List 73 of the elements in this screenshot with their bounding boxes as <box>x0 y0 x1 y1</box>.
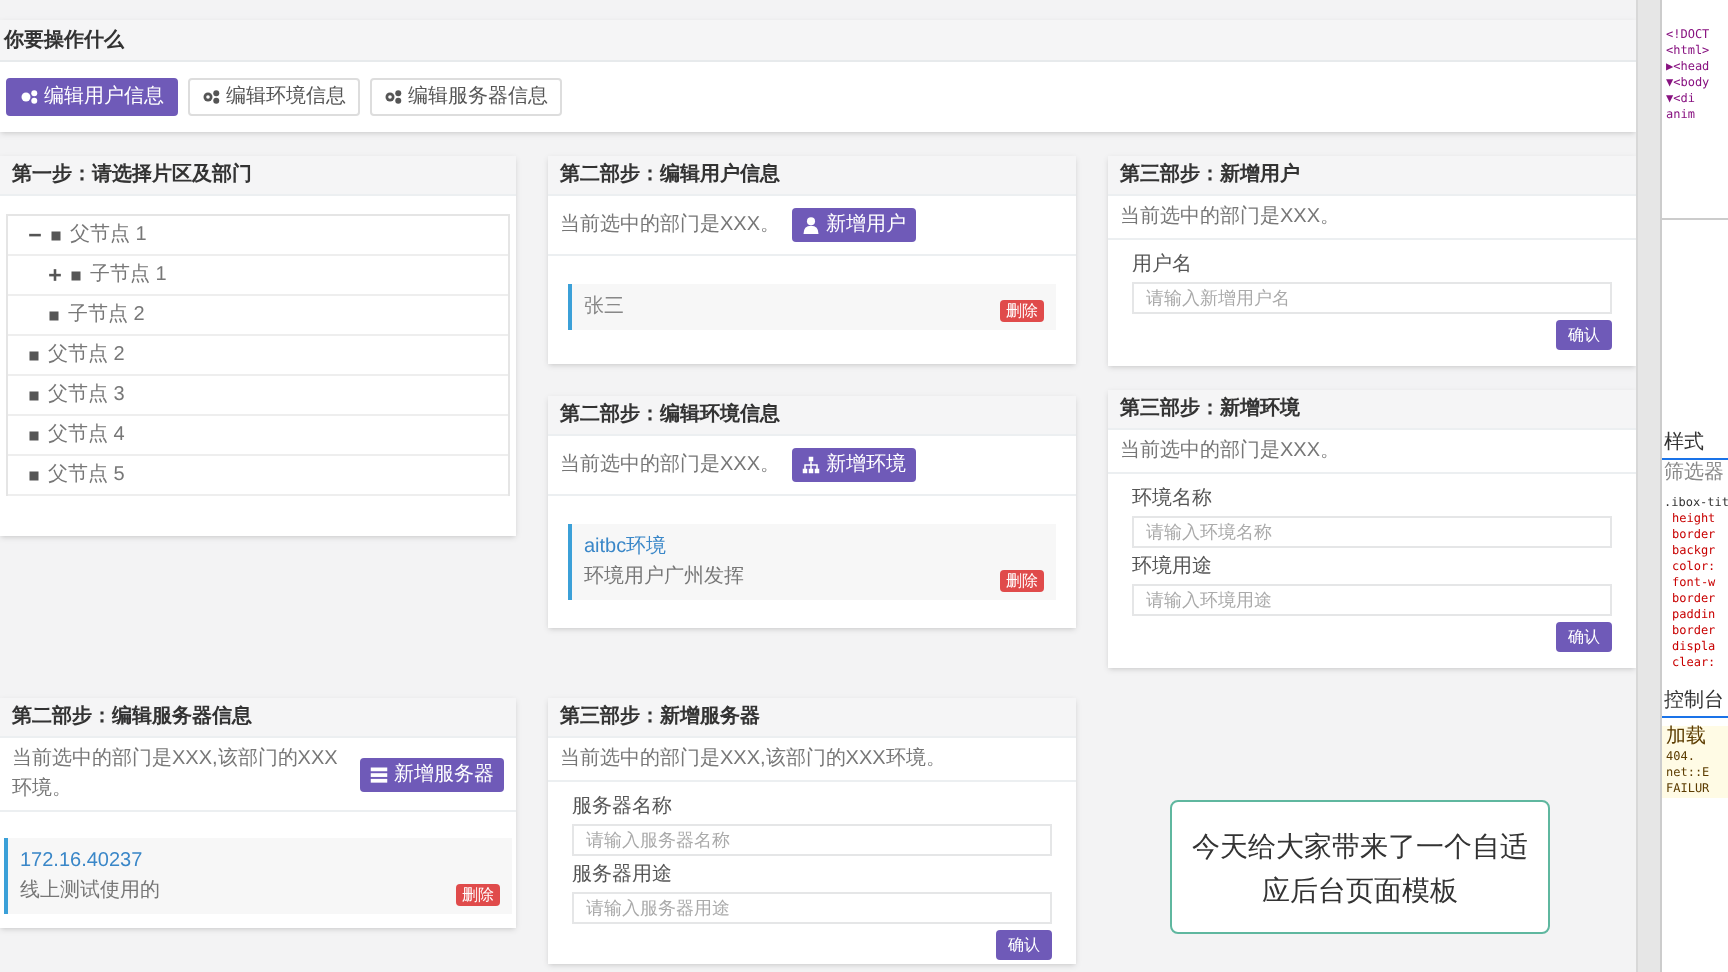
card-title: 第二部步：编辑用户信息 <box>560 160 780 190</box>
input-field[interactable]: 请输入服务器名称 <box>572 824 1052 856</box>
add-button[interactable]: 新增用户 <box>792 208 917 242</box>
node-label: 父节点 2 <box>48 341 125 370</box>
card-title: 第一步：请选择片区及部门 <box>12 160 252 190</box>
item-name: 张三 <box>584 293 624 322</box>
console-tab[interactable]: 控制台 <box>1662 688 1728 718</box>
info-text: 当前选中的部门是XXX。 <box>560 451 781 480</box>
user-icon <box>802 216 821 234</box>
card-title: 第二部步：编辑服务器信息 <box>12 703 252 732</box>
tree-node[interactable]: 子节点 2 <box>8 296 508 336</box>
item-note: 线上测试使用的 <box>20 877 160 906</box>
add-button[interactable]: 新增服务器 <box>360 757 504 791</box>
square-icon <box>50 229 62 241</box>
square-icon <box>28 429 40 441</box>
field-label: 环境用途 <box>1132 554 1214 580</box>
tree-node[interactable]: 父节点 4 <box>8 416 508 456</box>
tree-node[interactable]: 子节点 1 <box>8 256 508 296</box>
info-text: 当前选中的部门是XXX,该部门的XXX环境。 <box>560 745 946 774</box>
node-label: 子节点 1 <box>90 261 167 290</box>
square-icon <box>28 389 40 401</box>
node-label: 父节点 5 <box>48 461 125 490</box>
field-label: 服务器名称 <box>572 794 674 820</box>
square-icon <box>48 309 60 321</box>
input-field[interactable]: 请输入服务器用途 <box>572 892 1052 924</box>
confirm-button[interactable]: 确认 <box>1556 622 1612 652</box>
node-label: 父节点 4 <box>48 421 125 450</box>
field-label: 用户名 <box>1132 252 1194 278</box>
info-text: 当前选中的部门是XXX,该部门的XXX环境。 <box>12 745 340 804</box>
info-text: 当前选中的部门是XXX。 <box>1120 437 1341 466</box>
card-title: 第三部步：新增服务器 <box>560 702 760 732</box>
field-label: 服务器用途 <box>572 862 674 888</box>
tab-button[interactable]: 编辑服务器信息 <box>370 78 562 116</box>
confirm-button[interactable]: 确认 <box>1556 320 1612 350</box>
console-line: 加载 <box>1666 726 1708 750</box>
add-button[interactable]: 新增环境 <box>792 448 917 482</box>
caption-text: 今天给大家带来了一个自适应后台页面模板 <box>1170 800 1550 934</box>
square-icon <box>28 349 40 361</box>
delete-button[interactable]: 删除 <box>1000 300 1044 322</box>
tree-node[interactable]: 父节点 5 <box>8 456 508 496</box>
sitemap-icon <box>802 456 821 474</box>
delete-button[interactable]: 删除 <box>456 884 500 906</box>
confirm-button[interactable]: 确认 <box>996 930 1052 960</box>
card-title: 第三部步：新增环境 <box>1120 394 1300 424</box>
card-title: 第三部步：新增用户 <box>1120 160 1300 190</box>
list-item[interactable]: aitbc环境 环境用户广州发挥 删除 <box>568 524 1056 600</box>
card-title: 第二部步：编辑环境信息 <box>560 400 780 430</box>
item-note: 环境用户广州发挥 <box>584 563 744 592</box>
square-icon <box>70 269 82 281</box>
item-name: 172.16.40237 <box>20 848 145 876</box>
input-field[interactable]: 请输入新增用户名 <box>1132 282 1612 314</box>
filter-field[interactable]: 筛选器 <box>1662 460 1728 488</box>
node-label: 父节点 3 <box>48 381 125 410</box>
info-text: 当前选中的部门是XXX。 <box>1120 203 1341 232</box>
tree-node[interactable]: 父节点 1 <box>8 216 508 256</box>
input-field[interactable]: 请输入环境名称 <box>1132 516 1612 548</box>
tree-node[interactable]: 父节点 2 <box>8 336 508 376</box>
node-label: 父节点 1 <box>70 221 147 250</box>
list-icon <box>370 765 388 783</box>
panel-title: 你要操作什么 <box>4 27 124 55</box>
list-item[interactable]: 张三 删除 <box>568 284 1056 330</box>
square-icon <box>28 469 40 481</box>
field-label: 环境名称 <box>1132 486 1214 512</box>
tab-button[interactable]: 编辑环境信息 <box>188 78 360 116</box>
node-label: 子节点 2 <box>68 301 145 330</box>
delete-button[interactable]: 删除 <box>1000 570 1044 592</box>
item-name: aitbc环境 <box>584 533 669 562</box>
input-field[interactable]: 请输入环境用途 <box>1132 584 1612 616</box>
tab-button[interactable]: 编辑用户信息 <box>6 78 178 116</box>
list-item[interactable]: 172.16.40237 线上测试使用的 删除 <box>4 838 512 914</box>
styles-tab[interactable]: 样式 <box>1662 430 1728 460</box>
tree-node[interactable]: 父节点 3 <box>8 376 508 416</box>
info-text: 当前选中的部门是XXX。 <box>560 211 781 240</box>
